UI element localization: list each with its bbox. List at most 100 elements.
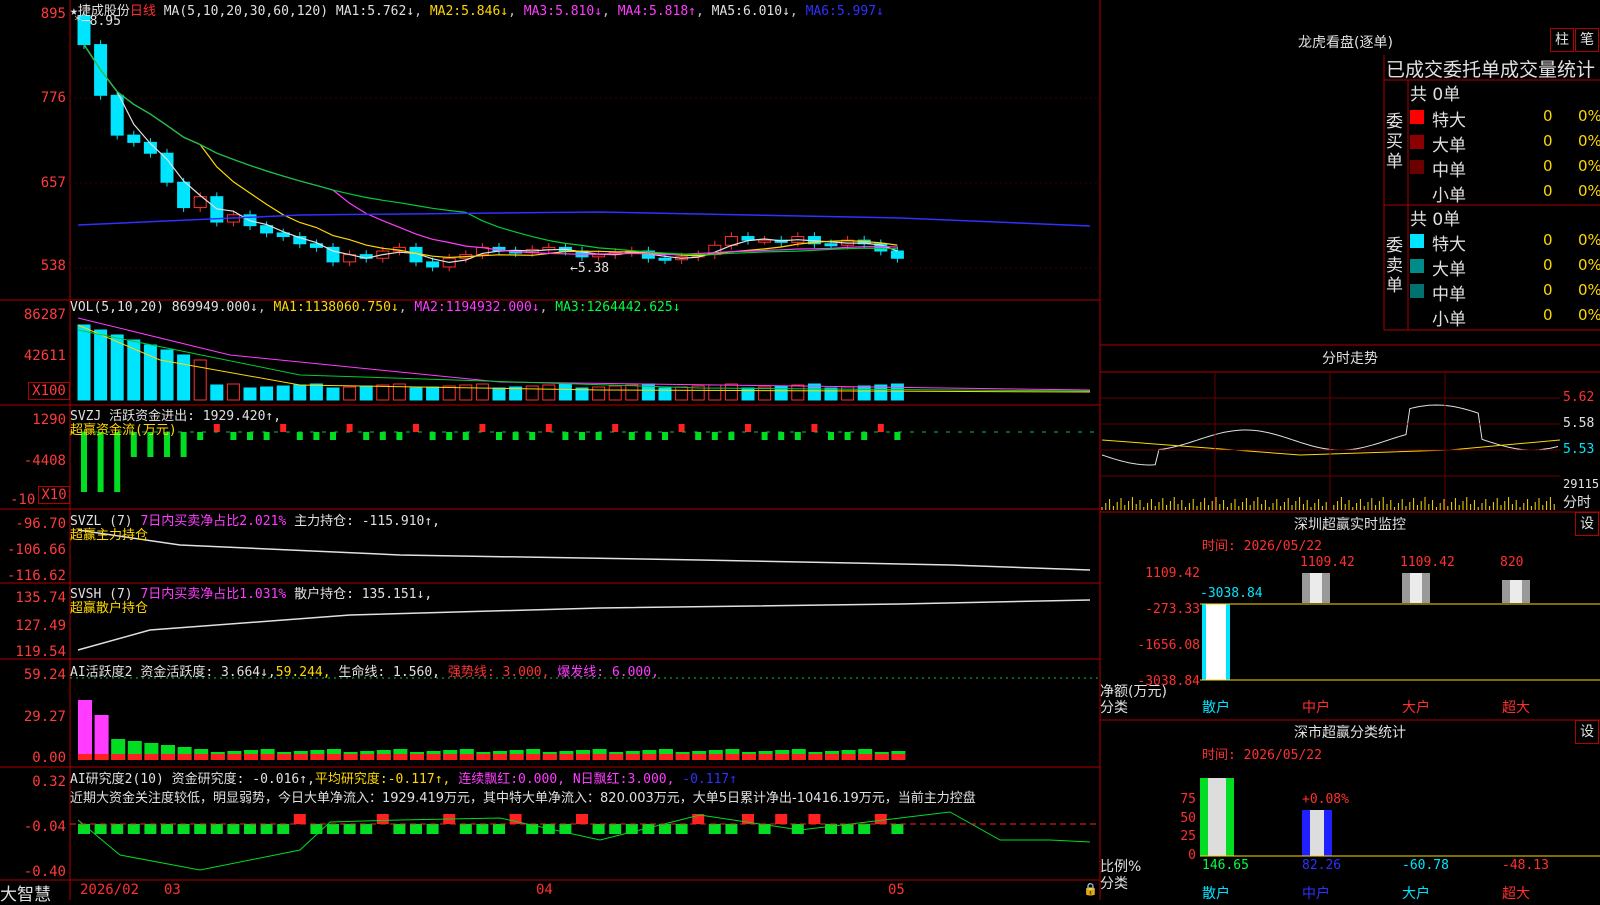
sz-bar-big-shine <box>1410 573 1422 603</box>
ai2-axis-3: -0.40 <box>23 864 66 880</box>
svzj-bar <box>479 424 486 432</box>
svzj-bar <box>263 432 270 440</box>
svzj-bar <box>512 432 519 440</box>
main-axis-3: 657 <box>40 175 66 191</box>
sz-bar-mid-shine <box>1310 573 1322 603</box>
vol-bar <box>525 385 539 401</box>
vol-bar <box>558 383 572 401</box>
vol-bar <box>592 386 606 401</box>
vol-bar <box>160 349 174 401</box>
svzj-bar <box>529 432 536 440</box>
svsh-line <box>77 599 1091 651</box>
x-label-mar: 03 <box>164 882 181 898</box>
svzj-bar <box>877 424 884 432</box>
svzj-bar <box>462 432 469 440</box>
vol-axis-1: 86287 <box>23 307 66 323</box>
svzj-bar <box>446 432 453 440</box>
vol-bar <box>243 387 257 401</box>
ai2-axis-2: -0.04 <box>23 819 66 835</box>
row-label: 小单 <box>1432 186 1466 206</box>
svzj-bar <box>562 432 569 440</box>
buy-row-0: 特大 0 0% <box>1408 105 1600 131</box>
svzj-unit-box[interactable]: X10 <box>38 486 70 504</box>
legend-swatch <box>1410 234 1424 248</box>
row-label: 中单 <box>1432 161 1466 181</box>
row-label: 特大 <box>1432 235 1466 255</box>
ai1-base <box>127 754 142 760</box>
sz-settings-button[interactable]: 设 <box>1575 512 1599 536</box>
row-percent: 0% <box>1578 256 1600 274</box>
svzj-bar <box>745 424 751 432</box>
vol-bar <box>708 384 722 401</box>
vol-bar <box>210 384 224 401</box>
class-label-1: 分类 <box>1100 700 1128 716</box>
x-label-may: 05 <box>888 882 905 898</box>
candle-body <box>592 254 606 258</box>
svzj-bar <box>180 432 187 457</box>
vol-bar <box>791 384 805 401</box>
svzj-bar <box>296 432 303 440</box>
ai2-bar <box>277 824 290 834</box>
ai2-bar <box>127 824 140 834</box>
sell-row-0: 特大 0 0% <box>1408 229 1600 255</box>
sz-value-retail: -3038.84 <box>1200 586 1263 601</box>
ss-value-mid: 82.26 <box>1302 858 1342 873</box>
fs-vol-value: 29115 <box>1563 477 1600 491</box>
ai1-base <box>493 754 507 760</box>
fs-vol-label: 分时 <box>1563 495 1591 511</box>
ai1-axis-3: 0.00 <box>32 750 66 766</box>
vol-bar <box>376 384 390 401</box>
bar-mode-button[interactable]: 柱 <box>1550 28 1574 52</box>
sz-value-super: 820 <box>1500 555 1524 570</box>
vol-bar <box>343 386 357 401</box>
svzl-axis-2: -106.66 <box>6 542 66 558</box>
ss-value-retail: 146.65 <box>1202 858 1249 873</box>
fs-axis-3: 5.53 <box>1563 442 1595 457</box>
ma1-line <box>83 44 898 264</box>
svzj-bar <box>844 432 851 440</box>
class-label-2: 分类 <box>1100 876 1128 892</box>
ai1-base <box>576 754 590 760</box>
ai1-base <box>260 754 275 760</box>
vol-bar <box>276 385 290 401</box>
svzl-line <box>77 529 1091 571</box>
ai1-axis-2: 29.27 <box>23 709 66 725</box>
period-label[interactable]: 日线 <box>130 4 156 19</box>
ai1-base <box>592 754 607 760</box>
vol-bar <box>326 387 340 401</box>
svzj-bar <box>413 424 419 432</box>
sz-value-big: 1109.42 <box>1400 555 1455 570</box>
ai2-bar <box>891 824 904 834</box>
sz-monitor-title: 深圳超赢实时监控 <box>1294 517 1406 533</box>
candle-body <box>758 239 772 243</box>
ai2-bar <box>725 824 738 834</box>
svsh-sub: 超赢散户持仓 <box>70 601 149 616</box>
ma-label: MA(5,10,20,30,60,120) <box>163 4 329 19</box>
svzj-bar <box>247 432 253 440</box>
svzj-bar <box>396 432 403 440</box>
legend-swatch <box>1410 110 1424 124</box>
ss-settings-button[interactable]: 设 <box>1575 720 1599 744</box>
tick-mode-button[interactable]: 笔 <box>1575 28 1599 52</box>
vol-bar <box>409 387 423 401</box>
order-stats-title: 已成交委托单成交量统计 <box>1386 59 1596 81</box>
svzj-bar <box>861 432 868 440</box>
ai1-base <box>509 754 524 760</box>
ai1-base <box>725 754 740 760</box>
ai2-bar <box>426 824 439 834</box>
svzj-bar <box>346 424 353 432</box>
ai1-base <box>858 754 873 760</box>
vol-bar <box>724 383 738 401</box>
ss-date: 时间: 2026/05/22 <box>1202 748 1322 763</box>
ai1-base <box>443 754 458 760</box>
ai1-base <box>874 754 889 760</box>
chart-canvas[interactable] <box>0 0 1600 900</box>
candle-body <box>110 94 124 136</box>
lock-icon[interactable]: 🔒 <box>1083 882 1098 896</box>
ai1-base <box>825 754 839 760</box>
ai1-base <box>692 754 707 760</box>
sell-total: 共 0单 <box>1410 210 1461 230</box>
vol-unit-box[interactable]: X100 <box>28 382 70 400</box>
cat-big-1: 大户 <box>1402 700 1430 716</box>
ai2-bar <box>177 824 190 834</box>
